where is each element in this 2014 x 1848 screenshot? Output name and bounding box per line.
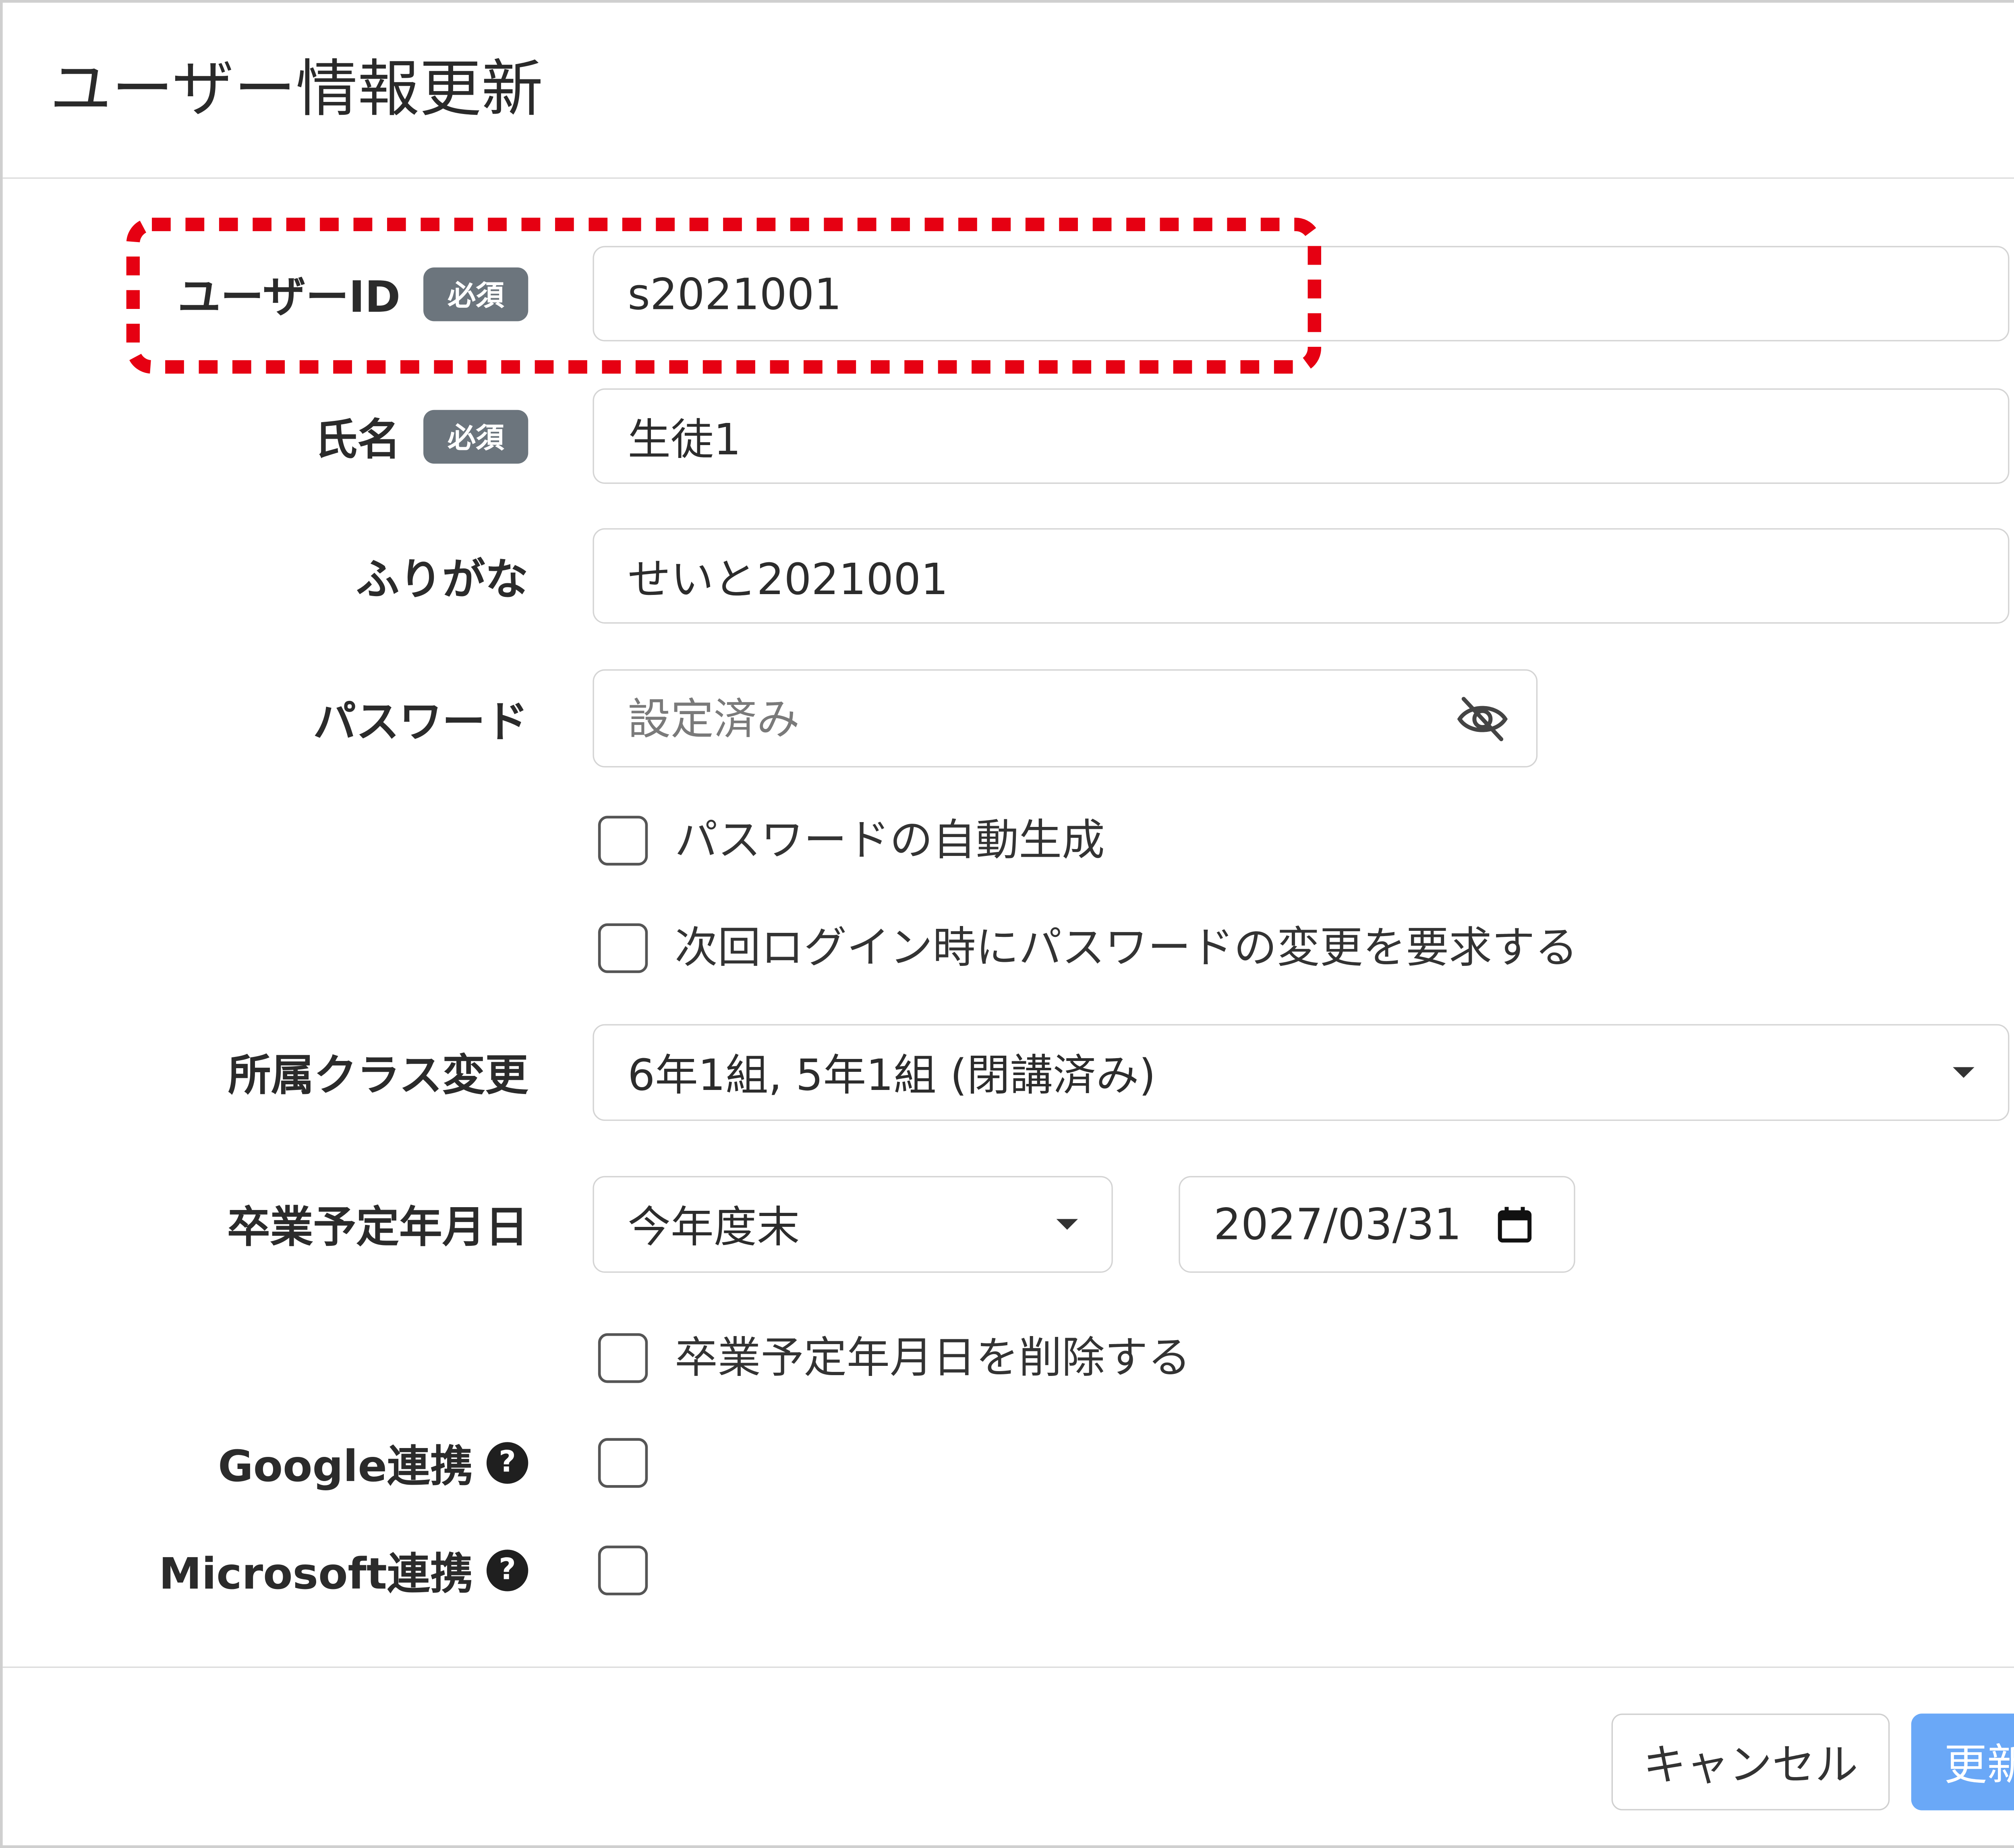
- header-divider: [2, 177, 2014, 179]
- graduation-preset-select[interactable]: 今年度末: [593, 1176, 1113, 1273]
- auto-generate-password-label[interactable]: パスワードの自動生成: [675, 815, 1105, 865]
- microsoft-link-checkbox[interactable]: [598, 1546, 648, 1595]
- password-label: パスワード: [313, 695, 528, 747]
- delete-graduation-date-row: 卒業予定年月日を削除する: [3, 1332, 2014, 1383]
- question-circle-icon[interactable]: [486, 1550, 528, 1591]
- microsoft-link-label: Microsoft連携: [159, 1548, 473, 1599]
- require-password-change-label[interactable]: 次回ログイン時にパスワードの変更を要求する: [675, 923, 1578, 973]
- graduation-date-value: 2027/03/31: [1214, 1199, 1462, 1250]
- microsoft-link-label-group: Microsoft連携: [56, 1546, 528, 1599]
- password-row: パスワード: [3, 669, 2014, 768]
- google-link-checkbox[interactable]: [598, 1438, 648, 1488]
- auto-generate-password-row: パスワードの自動生成: [3, 815, 2014, 866]
- google-link-row: Google連携: [3, 1438, 2014, 1491]
- graduation-date-row: 卒業予定年月日 今年度末 2027/03/31: [3, 1176, 2014, 1273]
- password-input[interactable]: [594, 671, 1536, 766]
- class-change-row: 所属クラス変更 6年1組, 5年1組 (閉講済み): [3, 1024, 2014, 1121]
- screen: ユーザー情報更新 ユーザーID 必須 氏名 必須: [0, 0, 2014, 1848]
- class-change-select[interactable]: 6年1組, 5年1組 (閉講済み): [593, 1024, 2010, 1121]
- eye-slash-icon[interactable]: [1456, 694, 1509, 742]
- graduation-date-label: 卒業予定年月日: [227, 1202, 528, 1253]
- furigana-field: [593, 528, 2010, 624]
- furigana-label: ふりがな: [356, 553, 528, 604]
- user-id-field: [593, 246, 2010, 342]
- delete-graduation-date-label[interactable]: 卒業予定年月日を削除する: [675, 1332, 1191, 1383]
- google-link-label: Google連携: [218, 1440, 473, 1492]
- calendar-icon[interactable]: [1496, 1204, 1533, 1245]
- microsoft-link-row: Microsoft連携: [3, 1546, 2014, 1599]
- cancel-button[interactable]: キャンセル: [1611, 1713, 1890, 1811]
- chevron-down-icon: [1953, 1067, 1975, 1078]
- furigana-input[interactable]: [594, 529, 2008, 622]
- name-label: 氏名: [314, 413, 401, 464]
- delete-graduation-date-checkbox[interactable]: [598, 1333, 648, 1383]
- footer-divider: [2, 1666, 2014, 1668]
- auto-generate-password-checkbox[interactable]: [598, 816, 648, 866]
- name-input[interactable]: [594, 389, 2008, 483]
- furigana-label-group: ふりがな: [56, 528, 528, 624]
- update-button[interactable]: 更新: [1911, 1713, 2014, 1811]
- graduation-date-input[interactable]: 2027/03/31: [1179, 1176, 1575, 1273]
- name-row: 氏名 必須: [3, 388, 2014, 484]
- user-id-label: ユーザーID: [177, 271, 401, 322]
- password-field: [593, 669, 1538, 768]
- name-field: [593, 388, 2010, 484]
- google-link-label-group: Google連携: [56, 1438, 528, 1491]
- user-update-dialog: ユーザー情報更新 ユーザーID 必須 氏名 必須: [0, 0, 2014, 1848]
- graduation-date-label-group: 卒業予定年月日: [56, 1176, 528, 1273]
- user-id-input[interactable]: [594, 247, 2008, 340]
- chevron-down-icon: [1056, 1219, 1078, 1230]
- required-badge: 必須: [423, 409, 528, 463]
- class-change-label: 所属クラス変更: [228, 1049, 528, 1101]
- class-change-value: 6年1組, 5年1組 (閉講済み): [628, 1049, 1156, 1101]
- require-password-change-checkbox[interactable]: [598, 923, 648, 973]
- password-label-group: パスワード: [56, 669, 528, 768]
- dialog-title: ユーザー情報更新: [50, 52, 543, 125]
- furigana-row: ふりがな: [3, 528, 2014, 624]
- required-badge: 必須: [423, 267, 528, 321]
- user-id-label-group: ユーザーID 必須: [56, 246, 528, 342]
- class-change-label-group: 所属クラス変更: [56, 1024, 528, 1121]
- graduation-preset-value: 今年度末: [628, 1202, 800, 1253]
- require-password-change-row: 次回ログイン時にパスワードの変更を要求する: [3, 923, 2014, 973]
- user-id-row: ユーザーID 必須: [3, 246, 2014, 342]
- question-circle-icon[interactable]: [486, 1442, 528, 1484]
- name-label-group: 氏名 必須: [56, 388, 528, 484]
